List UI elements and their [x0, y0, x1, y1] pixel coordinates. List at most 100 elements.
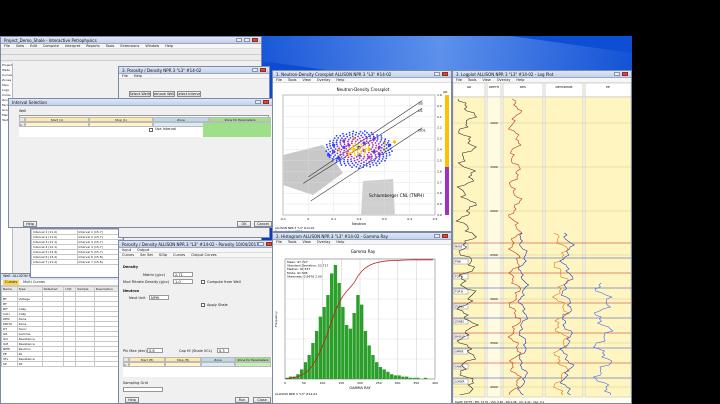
apply-shale-checkbox[interactable]: [201, 303, 205, 307]
minimize-icon[interactable]: [252, 68, 258, 72]
menu-sgip[interactable]: SGIp: [159, 253, 167, 257]
help-button[interactable]: Help: [125, 397, 139, 403]
minimize-icon[interactable]: [434, 234, 440, 238]
menu-file[interactable]: File: [276, 78, 282, 82]
menu-curves[interactable]: Curves: [122, 253, 134, 257]
menu-help[interactable]: Help: [336, 78, 344, 82]
maximize-icon[interactable]: [244, 38, 250, 42]
close-icon[interactable]: [260, 68, 266, 72]
menu-file[interactable]: File: [4, 44, 10, 48]
menu-edit[interactable]: Edit: [30, 44, 37, 48]
menu-file[interactable]: File: [456, 78, 462, 82]
cell-zone-params[interactable]: [235, 362, 271, 367]
list-item[interactable]: Interval 7 (11.2) Interval 7 (15.8): [31, 259, 123, 265]
cluster-point: [368, 160, 371, 163]
mud-input[interactable]: 1.0: [173, 279, 193, 284]
cell-stop[interactable]: [165, 362, 201, 367]
compute-checkbox[interactable]: [201, 280, 205, 284]
close-icon[interactable]: [252, 38, 258, 42]
menu-view[interactable]: View: [482, 78, 490, 82]
histogram-bar: [393, 375, 398, 379]
cancel-button[interactable]: Cancel: [254, 221, 272, 227]
tab-curves[interactable]: Curves: [3, 280, 20, 285]
ok-button[interactable]: OK: [237, 221, 251, 227]
tab-output[interactable]: Output: [137, 248, 149, 252]
use-interval-checkbox[interactable]: [149, 128, 153, 132]
menu-window[interactable]: Window: [145, 44, 159, 48]
cluster-point: [358, 132, 360, 135]
interval-well-label: Well: [19, 109, 27, 113]
cluster-point: [344, 137, 347, 140]
table-row[interactable]: SP SP: [1, 361, 121, 367]
menu-help[interactable]: Help: [516, 78, 524, 82]
menu-file[interactable]: File: [276, 240, 282, 244]
menu-ser-set[interactable]: Ser Set: [140, 253, 153, 257]
run-button[interactable]: Run: [235, 397, 249, 403]
menu-tools[interactable]: Tools: [468, 78, 477, 82]
help-button[interactable]: Help: [23, 221, 37, 227]
minimize-icon[interactable]: [614, 72, 620, 76]
neut-unit-input[interactable]: NPHI: [149, 295, 169, 300]
menu-extensions[interactable]: Extensions: [120, 44, 139, 48]
crossplot-plot-title: Neutron-Density Crossplot: [337, 87, 390, 92]
menu-file[interactable]: File: [122, 74, 128, 78]
menu-compute[interactable]: Compute: [43, 44, 59, 48]
x-tick-label: 50: [302, 381, 306, 385]
histogram-bar: [330, 273, 334, 379]
menu-curves[interactable]: Curves: [173, 253, 185, 257]
cell-start[interactable]: [129, 362, 165, 367]
cluster-point: [363, 133, 366, 136]
menu-help[interactable]: Help: [165, 44, 173, 48]
porosity-dialog-subtabs: Curves Ser Set SGIp Curves Output Curves: [119, 253, 275, 258]
cluster-point: [365, 165, 368, 167]
minimize-icon[interactable]: [258, 242, 264, 246]
cluster-point: [360, 162, 363, 165]
tab-multi-curves[interactable]: Multi Curves: [21, 280, 47, 285]
menu-interpret[interactable]: Interpret: [65, 44, 80, 48]
cell-stop[interactable]: [89, 122, 153, 127]
menu-reports[interactable]: Reports: [86, 44, 99, 48]
crossplot-window: 1. Neutron-Density Crossplot ALLISON NPR…: [272, 70, 452, 232]
menu-output-curves[interactable]: Output Curves: [191, 253, 216, 257]
select-interval-button[interactable]: Select Interval: [177, 91, 201, 97]
minimize-icon[interactable]: [236, 38, 242, 42]
cell-start[interactable]: [25, 122, 89, 127]
menu-view[interactable]: View: [302, 240, 310, 244]
menu-overlay[interactable]: Overlay: [317, 78, 331, 82]
close-icon[interactable]: [622, 72, 628, 76]
remove-wells-button[interactable]: Remove Wells: [153, 91, 175, 97]
minimize-icon[interactable]: [255, 100, 261, 104]
cluster-point: [343, 149, 346, 152]
close-icon[interactable]: [442, 72, 448, 76]
close-button[interactable]: Close: [253, 397, 271, 403]
density-section-label: Density: [123, 265, 139, 269]
cluster-point: [342, 135, 345, 137]
cluster-point: [350, 142, 353, 145]
cluster-point: [342, 151, 345, 154]
menu-overlay[interactable]: Overlay: [497, 78, 511, 82]
cell-zone[interactable]: [201, 362, 235, 367]
menu-view[interactable]: View: [302, 78, 310, 82]
menu-overlay[interactable]: Overlay: [317, 240, 331, 244]
zone-label: TOP B: [455, 290, 463, 294]
menu-tools[interactable]: Tools: [106, 44, 115, 48]
cluster-point: [339, 139, 342, 141]
menu-tools[interactable]: Tools: [288, 240, 297, 244]
phi-input[interactable]: 0.6: [147, 348, 163, 353]
menu-tools[interactable]: Tools: [288, 78, 297, 82]
menu-view[interactable]: View: [16, 44, 24, 48]
minimize-icon[interactable]: [434, 72, 440, 76]
menu-help[interactable]: Help: [134, 74, 142, 78]
cluster-point: [380, 135, 383, 137]
matrix-input[interactable]: 2.71: [173, 272, 193, 277]
close-icon[interactable]: [263, 100, 269, 104]
cluster-point: [377, 152, 380, 154]
select-wells-button[interactable]: Select Wells: [129, 91, 151, 97]
sampling-select[interactable]: [123, 387, 163, 392]
tab-input[interactable]: Input: [122, 248, 131, 252]
cluster-point: [347, 140, 349, 143]
close-icon[interactable]: [442, 234, 448, 238]
cluster-point: [346, 135, 349, 138]
menu-help[interactable]: Help: [336, 240, 344, 244]
cap-input[interactable]: 0.3: [217, 348, 229, 353]
